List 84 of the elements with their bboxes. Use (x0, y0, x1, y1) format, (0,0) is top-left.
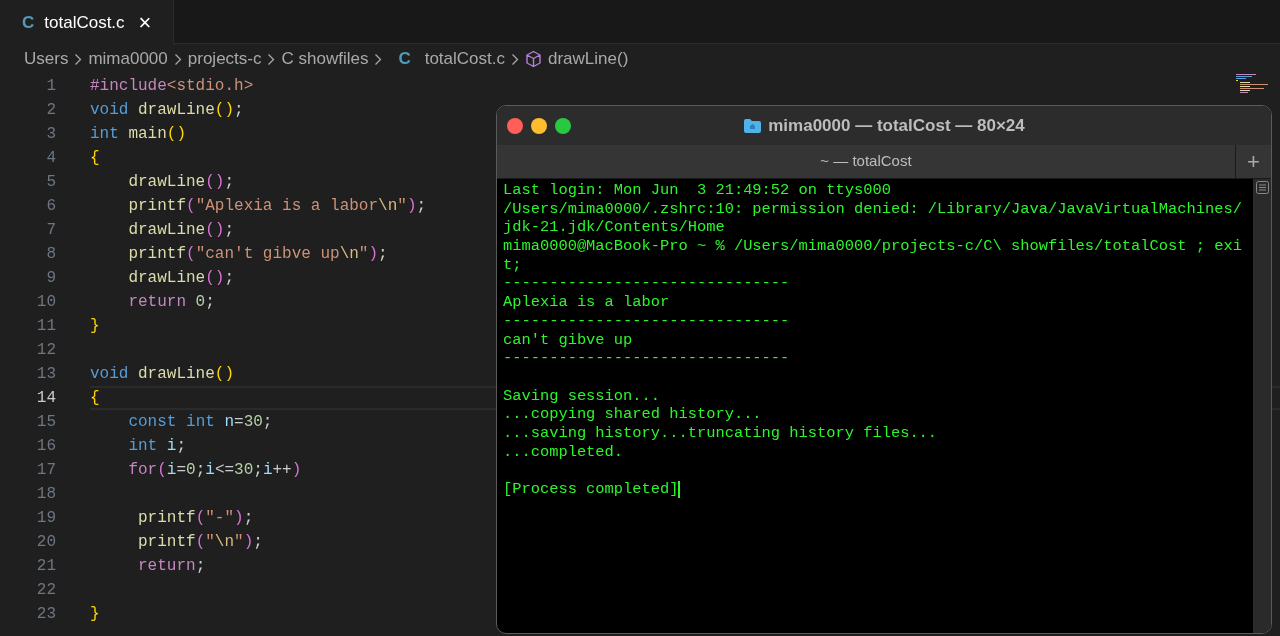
code-line: printf("Aplexia is a labor\n"); (127, 196, 427, 217)
cube-icon (525, 50, 542, 68)
text-cursor (678, 480, 680, 498)
line-number: 7 (45, 220, 56, 241)
terminal-tab[interactable]: ~ — totalCost (497, 150, 1235, 173)
breadcrumb-item[interactable]: projects-c (187, 46, 262, 72)
terminal-output-line: ------------------------------- (503, 274, 790, 294)
terminal-output-line: t; (503, 255, 522, 275)
minimize-window-button[interactable] (531, 117, 547, 134)
code-line: drawLine(); (127, 268, 235, 289)
code-line: printf("-"); (137, 508, 254, 529)
line-number: 20 (35, 532, 56, 553)
code-line: int main() (90, 124, 187, 145)
new-tab-button[interactable]: + (1235, 145, 1271, 178)
tab-label: totalCost.c (44, 11, 125, 34)
terminal-output-line: jdk-21.jdk/Contents/Home (503, 218, 725, 238)
line-number: 12 (35, 340, 56, 361)
code-line: } (90, 604, 100, 625)
chevron-right-icon (74, 52, 83, 66)
line-number: 23 (35, 604, 56, 625)
close-icon[interactable]: × (138, 11, 152, 34)
code-line: const int n=30; (127, 412, 273, 433)
terminal-output-line: Saving session... (503, 386, 660, 406)
breadcrumb-item[interactable]: mima0000 (88, 46, 168, 72)
chevron-right-icon (511, 52, 519, 66)
terminal-output-line: Last login: Mon Jun 3 21:49:52 on ttys000 (503, 181, 891, 200)
code-line: return 0; (127, 292, 215, 313)
close-window-button[interactable] (507, 117, 523, 134)
line-number: 1 (45, 76, 56, 97)
line-number: 9 (45, 268, 56, 289)
chevron-right-icon (173, 52, 182, 66)
line-number: 21 (35, 556, 56, 577)
folder-icon (743, 117, 763, 134)
c-file-icon: C (22, 9, 35, 36)
code-line: drawLine(); (127, 172, 235, 193)
code-line: for(i=0;i<=30;i++) (127, 460, 302, 481)
line-number: 14 (35, 388, 56, 409)
code-line: printf("can't gibve up\n"); (127, 244, 388, 265)
line-number: 16 (35, 436, 56, 457)
breadcrumb-item[interactable]: drawLine() (548, 46, 629, 72)
terminal-output-line: mima0000@MacBook-Pro ~ % /Users/mima0000/projects-c/C\ showfiles/totalCost ; exi (503, 237, 1242, 256)
terminal-output-line: ...saving history...truncating history files... (503, 423, 938, 443)
code-line: void drawLine(); (90, 100, 244, 121)
terminal-output-line: ------------------------------- (503, 311, 790, 331)
line-number: 13 (35, 364, 56, 385)
breadcrumb-item[interactable]: Users (24, 46, 69, 72)
code-line: { (90, 148, 100, 169)
code-line: void drawLine() (90, 364, 235, 385)
code-line: int i; (127, 436, 187, 457)
maximize-window-button[interactable] (555, 117, 571, 134)
line-number: 11 (35, 316, 56, 337)
line-number: 17 (35, 460, 56, 481)
line-number: 2 (45, 100, 56, 121)
line-number: 8 (45, 244, 56, 265)
chevron-right-icon (267, 52, 276, 66)
c-file-icon: C (398, 46, 411, 72)
code-line: return; (137, 556, 206, 577)
line-number: 3 (45, 124, 56, 145)
terminal-output-line: ...copying shared history... (503, 405, 762, 424)
code-line: drawLine(); (127, 220, 235, 241)
line-number: 18 (35, 484, 56, 505)
terminal-output-line: ...completed. (503, 442, 624, 462)
terminal-output-line: can't gibve up (503, 330, 633, 350)
breadcrumb-item[interactable]: C showfiles (281, 46, 369, 72)
line-number: 19 (35, 508, 56, 529)
editor-tab[interactable]: C totalCost.c × (0, 0, 175, 45)
line-number: 22 (35, 580, 56, 601)
terminal-output-line: /Users/mima0000/.zshrc:10: permission denied: /Library/Java/JavaVirtualMachines/ (503, 199, 1242, 219)
line-number: 10 (35, 292, 56, 313)
line-number: 6 (45, 196, 56, 217)
terminal-output-line: [Process completed] (503, 480, 679, 499)
scrollbar-menu-icon[interactable] (1255, 181, 1269, 194)
line-number: 4 (45, 148, 56, 169)
terminal-output-line: Aplexia is a labor (503, 293, 670, 312)
line-number: 5 (45, 172, 56, 193)
code-line: printf("\n"); (137, 532, 263, 553)
line-number: 15 (35, 412, 56, 433)
code-line: } (90, 316, 100, 337)
window-title: mima0000 — totalCost — 80×24 (768, 114, 1025, 137)
terminal-output-line: ------------------------------- (503, 349, 790, 368)
breadcrumb-item[interactable]: totalCost.c (424, 46, 505, 72)
code-line: #include<stdio.h> (90, 76, 254, 97)
chevron-right-icon (374, 52, 383, 66)
code-line: { (90, 388, 100, 409)
